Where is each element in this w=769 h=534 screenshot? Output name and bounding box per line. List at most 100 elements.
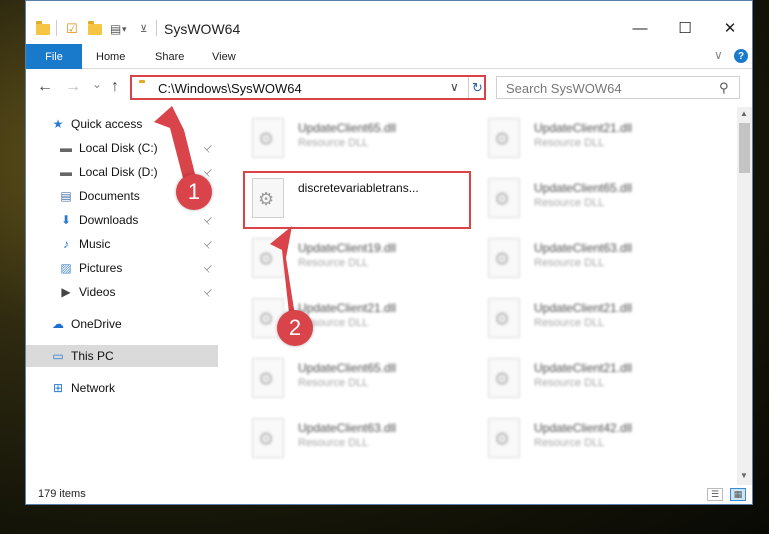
tab-view[interactable]: View [212, 44, 236, 69]
file-explorer-window: ☑ ▤ ▾ ⊻ SysWOW64 — ☐ ✕ File Home Share V… [25, 0, 753, 505]
sidebar-item[interactable]: ⊞ Network [26, 377, 218, 399]
sidebar-item-label: Local Disk (D:) [79, 165, 158, 179]
scroll-thumb[interactable] [739, 123, 750, 173]
folder-icon[interactable] [36, 20, 50, 37]
address-dropdown-icon[interactable]: ∨ [450, 80, 459, 94]
file-type: Resource DLL [298, 137, 369, 149]
sidebar-item-label: Local Disk (C:) [79, 141, 158, 155]
sidebar-item[interactable]: ▨ Pictures ⊥ [26, 257, 218, 279]
file-name: UpdateClient65.dll [298, 361, 397, 375]
pin-icon[interactable]: ⊥ [201, 213, 215, 227]
minimize-button[interactable]: — [620, 15, 660, 41]
file-name: UpdateClient21.dll [534, 361, 633, 375]
star-icon: ★ [52, 117, 64, 131]
divider [156, 20, 157, 36]
vertical-scrollbar[interactable]: ▲ ▼ [737, 107, 752, 485]
downloads-icon: ⬇ [60, 213, 72, 227]
pin-icon[interactable]: ⊥ [201, 237, 215, 251]
maximize-button[interactable]: ☐ [665, 15, 705, 41]
file-name: UpdateClient21.dll [534, 121, 633, 135]
file-item[interactable]: UpdateClient65.dll Resource DLL [246, 113, 472, 165]
back-icon[interactable]: ← [37, 78, 53, 96]
address-path[interactable]: C:\Windows\SysWOW64 [158, 81, 302, 96]
file-item[interactable]: UpdateClient21.dll Resource DLL [482, 113, 708, 165]
sidebar-item-label: OneDrive [71, 317, 122, 331]
file-name: UpdateClient65.dll [298, 121, 397, 135]
recent-locations-icon[interactable]: ⌄ [92, 77, 102, 91]
computer-icon: ▭ [52, 349, 64, 363]
pin-icon[interactable]: ⊥ [201, 261, 215, 275]
file-item[interactable]: UpdateClient19.dll Resource DLL [246, 233, 472, 285]
dll-file-icon [488, 238, 520, 278]
scroll-down-icon[interactable]: ▼ [740, 471, 748, 480]
documents-icon: ▤ [60, 189, 72, 203]
dll-file-icon [252, 118, 284, 158]
file-type: Resource DLL [298, 437, 369, 449]
search-icon[interactable]: ⚲ [719, 80, 729, 96]
ribbon: File Home Share View ∨ ? [26, 44, 752, 69]
pin-icon[interactable]: ⊥ [201, 285, 215, 299]
sidebar-item[interactable]: ♪ Music ⊥ [26, 233, 218, 255]
tab-share[interactable]: Share [155, 44, 184, 69]
sidebar-item-label: Quick access [71, 117, 143, 131]
details-view-button[interactable]: ☰ [707, 488, 723, 501]
close-button[interactable]: ✕ [710, 15, 750, 41]
sidebar-item[interactable]: ▭ This PC [26, 345, 218, 367]
videos-icon: ▶ [61, 285, 71, 299]
drive-icon: ▬ [60, 141, 72, 155]
ribbon-collapse-icon[interactable]: ∨ [714, 48, 723, 62]
file-item[interactable]: UpdateClient65.dll Resource DLL [246, 353, 472, 405]
sidebar-item[interactable]: ★ Quick access [26, 113, 218, 135]
properties-icon[interactable]: ☑ [66, 21, 78, 37]
up-icon[interactable]: ↑ [111, 78, 119, 96]
file-type: Resource DLL [534, 257, 605, 269]
navigation-bar: ← → ⌄ ↑ C:\Windows\SysWOW64 ∨ ↻ Search S… [26, 74, 752, 102]
file-name: UpdateClient21.dll [298, 301, 397, 315]
sidebar-item-label: This PC [71, 349, 114, 363]
file-item[interactable]: UpdateClient21.dll Resource DLL [482, 353, 708, 405]
file-name: UpdateClient65.dll [534, 181, 633, 195]
file-list: UpdateClient65.dllResource DLLUpdateClie… [240, 107, 736, 475]
file-name: UpdateClient42.dll [534, 421, 633, 435]
dll-file-icon [488, 178, 520, 218]
file-item[interactable]: UpdateClient21.dll Resource DLL [482, 293, 708, 345]
title-bar: ☑ ▤ ▾ ⊻ SysWOW64 — ☐ ✕ [26, 1, 752, 41]
file-type: Resource DLL [298, 377, 369, 389]
refresh-icon[interactable]: ↻ [468, 77, 486, 98]
quick-access-toolbar-dropdown-icon[interactable]: ⊻ [140, 21, 147, 37]
tab-file[interactable]: File [26, 44, 82, 69]
customize-icon[interactable]: ▤ [110, 21, 121, 37]
dll-file-icon [252, 238, 284, 278]
dll-file-icon [488, 298, 520, 338]
tab-home[interactable]: Home [96, 44, 125, 69]
forward-icon[interactable]: → [65, 78, 81, 96]
address-bar[interactable]: C:\Windows\SysWOW64 ∨ ↻ [130, 75, 486, 100]
file-item[interactable]: UpdateClient65.dll Resource DLL [482, 173, 708, 225]
pin-icon[interactable]: ⊥ [201, 141, 215, 155]
file-item[interactable]: UpdateClient42.dll Resource DLL [482, 413, 708, 465]
file-type: Resource DLL [534, 317, 605, 329]
new-folder-icon[interactable] [88, 20, 102, 37]
scroll-up-icon[interactable]: ▲ [740, 109, 748, 118]
file-name: UpdateClient63.dll [534, 241, 633, 255]
navigation-pane: ★ Quick access ▬ Local Disk (C:) ⊥ ▬ Local Dis… [26, 107, 218, 475]
file-item[interactable]: UpdateClient63.dll Resource DLL [482, 233, 708, 285]
sidebar-item[interactable]: ☁ OneDrive [26, 313, 218, 335]
large-icons-view-button[interactable]: ▦ [730, 488, 746, 501]
item-count: 179 items [38, 488, 86, 500]
file-item[interactable]: UpdateClient63.dll Resource DLL [246, 413, 472, 465]
sidebar-item[interactable]: ⬇ Downloads ⊥ [26, 209, 218, 231]
sidebar-item[interactable]: ▶ Videos ⊥ [26, 281, 218, 303]
music-icon: ♪ [63, 237, 69, 251]
search-input[interactable]: Search SysWOW64 ⚲ [496, 76, 740, 99]
sidebar-item-label: Music [79, 237, 111, 251]
sidebar-item[interactable]: ▬ Local Disk (C:) ⊥ [26, 137, 218, 159]
dll-file-icon [252, 358, 284, 398]
dll-file-icon [488, 118, 520, 158]
file-name: UpdateClient63.dll [298, 421, 397, 435]
help-icon[interactable]: ? [734, 49, 748, 63]
chevron-down-icon[interactable]: ▾ [122, 21, 127, 37]
network-icon: ⊞ [52, 381, 64, 395]
dll-file-icon [488, 418, 520, 458]
file-type: Resource DLL [534, 437, 605, 449]
